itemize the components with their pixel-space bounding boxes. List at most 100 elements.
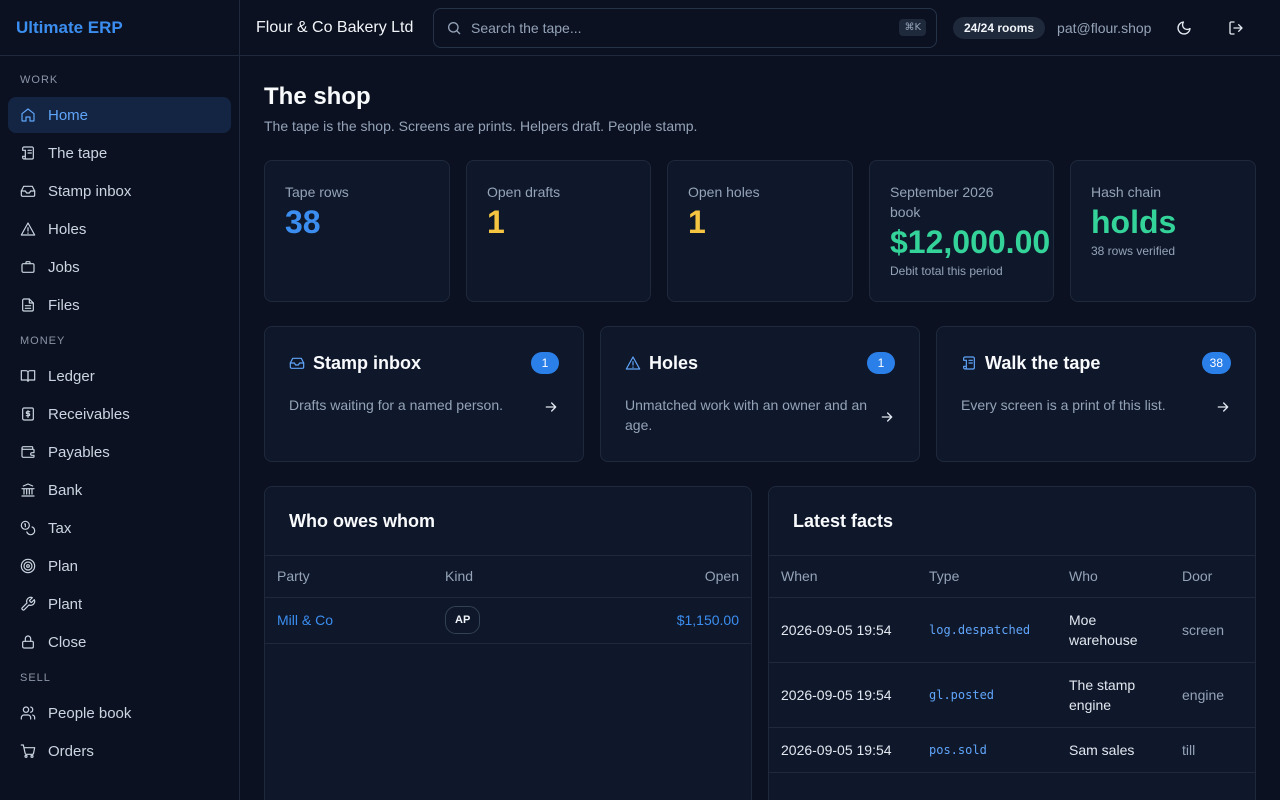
rooms-badge: 24/24 rooms (953, 16, 1046, 39)
card-walk-the-tape[interactable]: Walk the tape 38 Every screen is a print… (936, 326, 1256, 462)
sidebar-item-holes[interactable]: Holes (8, 211, 231, 247)
panel-latest-facts: Latest facts When Type Who Door 2026-09-… (768, 486, 1256, 800)
table-row[interactable]: 2026-09-05 19:54 Pat the import (769, 772, 1255, 800)
sidebar-item-label: Close (48, 633, 87, 651)
sidebar-item-label: Ledger (48, 367, 95, 385)
search-shortcut: ⌘K (899, 19, 926, 36)
user-email[interactable]: pat@flour.shop (1057, 20, 1151, 36)
sidebar-item-jobs[interactable]: Jobs (8, 249, 231, 285)
sidebar-item-orders[interactable]: Orders (8, 733, 231, 769)
column-header-kind[interactable]: Kind (433, 556, 563, 598)
party-link[interactable]: Mill & Co (265, 597, 433, 644)
sidebar-item-label: Plan (48, 557, 79, 575)
sidebar-item-label: Bank (48, 481, 83, 499)
sidebar-item-label: Stamp inbox (48, 182, 132, 200)
search-input[interactable]: Search the tape... ⌘K (433, 7, 937, 48)
inbox-icon (289, 355, 305, 371)
sidebar-item-files[interactable]: Files (8, 287, 231, 323)
nav-section-money: MONEY (20, 335, 66, 347)
sidebar-item-tax[interactable]: Tax (8, 510, 231, 546)
sidebar-item-the-tape[interactable]: The tape (8, 135, 231, 171)
search-placeholder: Search the tape... (471, 19, 582, 36)
stat-label: Open drafts (487, 184, 561, 200)
topbar: Flour & Co Bakery Ltd Search the tape...… (240, 0, 1280, 56)
logout-icon[interactable] (1227, 19, 1245, 37)
sidebar-item-payables[interactable]: Payables (8, 434, 231, 470)
stat-label: Open holes (688, 184, 760, 200)
fact-who: The stamp engine (1057, 662, 1170, 728)
column-header-door[interactable]: Door (1170, 556, 1255, 598)
lock-icon (20, 634, 36, 650)
column-header-when[interactable]: When (769, 556, 917, 598)
count-badge: 1 (867, 352, 895, 374)
sidebar-item-label: The tape (48, 144, 108, 162)
bank-icon (20, 482, 36, 498)
column-header-open[interactable]: Open (562, 556, 751, 598)
company-name[interactable]: Flour & Co Bakery Ltd (256, 19, 433, 37)
sidebar-item-plant[interactable]: Plant (8, 586, 231, 622)
table-row[interactable]: 2026-09-05 19:54 gl.posted The stamp eng… (769, 662, 1255, 728)
arrow-right-icon[interactable] (543, 399, 559, 415)
stat-label: Hash chain (1091, 184, 1162, 200)
fact-door: till (1170, 727, 1255, 773)
fact-door: import (1170, 772, 1255, 800)
search-icon (446, 20, 462, 36)
wallet-icon (20, 444, 36, 460)
panel-who-owes-whom: Who owes whom Party Kind Open Mill & Co … (264, 486, 752, 800)
moon-icon[interactable] (1175, 19, 1193, 37)
stat-value: 38 (285, 204, 321, 240)
main-content: The shop The tape is the shop. Screens a… (240, 56, 1280, 800)
card-description: Every screen is a print of this list. (961, 397, 1166, 413)
table-row[interactable]: 2026-09-05 19:54 pos.sold Sam sales till (769, 727, 1255, 773)
sidebar-item-label: Home (48, 106, 89, 124)
scroll-icon (961, 355, 977, 371)
panel-title: Who owes whom (265, 487, 751, 556)
stat-open-drafts[interactable]: Open drafts 1 (466, 160, 651, 302)
arrow-right-icon[interactable] (1215, 399, 1231, 415)
sidebar-item-receivables[interactable]: Receivables (8, 396, 231, 432)
card-stamp-inbox[interactable]: Stamp inbox 1 Drafts waiting for a named… (264, 326, 584, 462)
stat-hash-chain[interactable]: Hash chain holds 38 rows verified (1070, 160, 1256, 302)
fact-type: log.despatched (929, 623, 1031, 637)
receipt-dollar-icon (20, 406, 36, 422)
sidebar-item-bank[interactable]: Bank (8, 472, 231, 508)
owes-table: Party Kind Open Mill & Co AP $1,150.00 (265, 556, 751, 644)
stat-note: 38 rows verified (1091, 244, 1176, 258)
card-description: Unmatched work with an owner and an age. (625, 397, 868, 433)
sidebar-item-label: Files (48, 296, 80, 314)
file-icon (20, 297, 36, 313)
sidebar-item-stamp-inbox[interactable]: Stamp inbox (8, 173, 231, 209)
table-row[interactable]: 2026-09-05 19:54 log.despatched Moe ware… (769, 597, 1255, 663)
fact-type: gl.posted (929, 688, 995, 702)
card-holes[interactable]: Holes 1 Unmatched work with an owner and… (600, 326, 920, 462)
wrench-icon (20, 596, 36, 612)
sidebar-item-label: People book (48, 704, 132, 722)
app-logo[interactable]: Ultimate ERP (0, 0, 239, 56)
column-header-who[interactable]: Who (1057, 556, 1170, 598)
fact-who: Moe warehouse (1057, 597, 1170, 663)
fact-who: Pat the (1057, 772, 1170, 800)
sidebar-item-home[interactable]: Home (8, 97, 231, 133)
stat-period-book[interactable]: September 2026 book $12,000.00 Debit tot… (869, 160, 1054, 302)
column-header-type[interactable]: Type (917, 556, 1057, 598)
fact-door: engine (1170, 662, 1255, 728)
sidebar-item-label: Jobs (48, 258, 80, 276)
arrow-right-icon[interactable] (879, 409, 895, 425)
fact-type: pos.sold (929, 743, 987, 757)
sidebar-item-plan[interactable]: Plan (8, 548, 231, 584)
column-header-party[interactable]: Party (265, 556, 433, 598)
fact-when: 2026-09-05 19:54 (769, 727, 917, 773)
sidebar-item-people-book[interactable]: People book (8, 695, 231, 731)
stat-open-holes[interactable]: Open holes 1 (667, 160, 853, 302)
fact-when: 2026-09-05 19:54 (769, 597, 917, 663)
stat-tape-rows[interactable]: Tape rows 38 (264, 160, 450, 302)
table-row[interactable]: Mill & Co AP $1,150.00 (265, 597, 751, 644)
sidebar-item-label: Holes (48, 220, 87, 238)
fact-when: 2026-09-05 19:54 (769, 772, 917, 800)
fact-door: screen (1170, 597, 1255, 663)
sidebar-item-close[interactable]: Close (8, 624, 231, 660)
alert-triangle-icon (20, 221, 36, 237)
sidebar: Ultimate ERP WORK Home The tape Stamp in… (0, 0, 240, 800)
sidebar-item-ledger[interactable]: Ledger (8, 358, 231, 394)
stat-label: Tape rows (285, 184, 349, 200)
